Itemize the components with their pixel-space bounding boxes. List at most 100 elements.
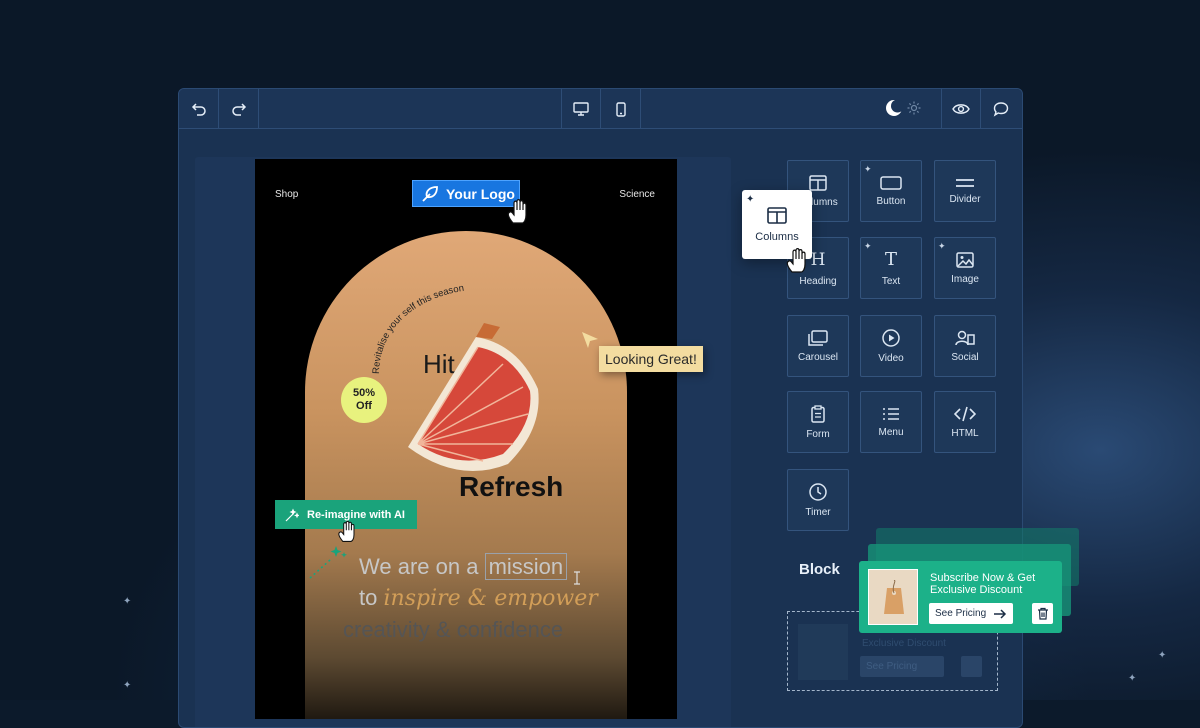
redo-button[interactable] xyxy=(219,89,259,129)
email-preview[interactable]: Shop Science Your Logo Revitalise your s… xyxy=(255,159,677,719)
undo-button[interactable] xyxy=(179,89,219,129)
star-decoration: ✦ xyxy=(1128,673,1137,684)
tile-text-label: Text xyxy=(881,276,901,287)
tile-form-label: Form xyxy=(806,428,830,440)
feather-icon xyxy=(422,185,438,202)
pointer-arrow-icon xyxy=(582,332,598,348)
redo-icon xyxy=(231,103,246,116)
arrow-right-icon xyxy=(994,608,1007,619)
tile-html[interactable]: HTML xyxy=(934,391,996,453)
mobile-view-button[interactable] xyxy=(601,89,641,129)
hand-cursor-icon xyxy=(338,520,355,542)
divider-icon xyxy=(956,178,974,187)
moon-icon xyxy=(886,99,903,116)
tile-button[interactable]: ✦ Button xyxy=(860,160,922,222)
tile-social-label: Social xyxy=(951,351,979,363)
sparkle-trail-icon xyxy=(309,546,347,579)
delete-block-button[interactable] xyxy=(1032,603,1053,624)
hand-cursor-icon xyxy=(507,199,527,224)
reimagine-label: Re-imagine with AI xyxy=(307,508,405,521)
tile-carousel-label: Carousel xyxy=(797,351,839,363)
star-decoration: ✦ xyxy=(123,680,132,691)
ai-sparkle-icon: ✦ xyxy=(938,241,946,251)
tile-html-label: HTML xyxy=(951,427,979,439)
mission-line3: creativity & confidence xyxy=(343,617,564,642)
promo-title: Subscribe Now & Get Exclusive Discount xyxy=(930,572,1036,596)
tile-menu[interactable]: Menu xyxy=(860,391,922,453)
menu-icon xyxy=(883,407,899,420)
grapefruit-image xyxy=(408,323,539,472)
ghost-trash-icon xyxy=(961,656,982,677)
discount-unit: Off xyxy=(356,400,372,412)
text-icon: T xyxy=(884,249,897,270)
desktop-icon xyxy=(573,102,589,116)
ai-sparkle-icon: ✦ xyxy=(746,194,755,205)
carousel-icon xyxy=(808,329,828,346)
nav-science-link[interactable]: Science xyxy=(619,189,655,200)
tile-button-label: Button xyxy=(876,195,906,207)
undo-icon xyxy=(191,103,206,116)
see-pricing-button[interactable]: See Pricing xyxy=(929,603,1013,624)
mobile-icon xyxy=(615,101,626,117)
tile-form[interactable]: Form xyxy=(787,391,849,453)
hand-cursor-icon xyxy=(786,248,806,273)
product-tag-image xyxy=(868,569,918,625)
heading-icon: H xyxy=(810,249,826,270)
tile-heading-label: Heading xyxy=(799,275,837,287)
tile-timer[interactable]: Timer xyxy=(787,469,849,531)
tile-carousel[interactable]: Carousel xyxy=(787,315,849,377)
mission-selected-word[interactable]: mission xyxy=(484,553,568,580)
mission-line2-a: to xyxy=(359,585,378,610)
video-icon xyxy=(882,328,900,347)
desktop-view-button[interactable] xyxy=(561,89,601,129)
eye-icon xyxy=(952,104,970,114)
trash-icon xyxy=(1037,607,1048,620)
tile-video-label: Video xyxy=(878,352,904,364)
button-icon xyxy=(880,175,902,190)
tile-text[interactable]: ✦ T Text xyxy=(860,237,922,299)
chat-bubble-icon xyxy=(993,102,1009,117)
see-pricing-label: See Pricing xyxy=(935,608,987,619)
comments-button[interactable] xyxy=(981,89,1021,129)
preview-button[interactable] xyxy=(941,89,981,129)
ghost-title: Exclusive Discount xyxy=(862,638,946,649)
tile-social[interactable]: Social xyxy=(934,315,996,377)
tile-image[interactable]: ✦ Image xyxy=(934,237,996,299)
tile-timer-label: Timer xyxy=(805,506,831,518)
image-icon xyxy=(956,251,974,268)
tile-divider-label: Divider xyxy=(949,193,981,205)
sun-icon xyxy=(907,101,921,115)
code-icon xyxy=(954,406,976,421)
mission-text[interactable]: We are on a mission to inspire & empower… xyxy=(343,551,598,645)
floating-columns-label: Columns xyxy=(755,230,799,243)
star-decoration: ✦ xyxy=(1158,650,1167,661)
text-cursor-icon xyxy=(574,571,580,585)
ai-sparkle-icon: ✦ xyxy=(864,241,872,251)
tile-menu-label: Menu xyxy=(878,426,904,438)
block-section-label: Block xyxy=(799,561,840,578)
theme-toggle[interactable] xyxy=(885,99,921,117)
discount-value: 50% xyxy=(352,387,376,399)
tile-divider[interactable]: Divider xyxy=(934,160,996,222)
nav-shop-link[interactable]: Shop xyxy=(275,189,298,200)
toolbar xyxy=(179,89,1022,129)
discount-badge: 50% Off xyxy=(341,377,387,423)
promo-block-card[interactable]: Subscribe Now & Get Exclusive Discount S… xyxy=(859,561,1062,633)
ai-sparkle-icon: ✦ xyxy=(864,164,872,174)
tile-image-label: Image xyxy=(951,273,979,285)
social-icon xyxy=(955,330,975,345)
magic-wand-icon xyxy=(285,507,299,521)
star-decoration: ✦ xyxy=(123,596,132,607)
timer-icon xyxy=(809,482,827,501)
ghost-cta: See Pricing xyxy=(860,656,944,677)
price-tag-icon xyxy=(884,580,904,614)
mission-line2-b: inspire & empower xyxy=(383,586,598,611)
columns-icon xyxy=(767,206,787,224)
hero-refresh-text: Refresh xyxy=(459,471,564,502)
ghost-product-image xyxy=(798,624,848,680)
collaborator-comment: Looking Great! xyxy=(599,346,703,372)
logo-block[interactable]: Your Logo xyxy=(412,180,520,207)
form-icon xyxy=(811,404,825,423)
tile-video[interactable]: Video xyxy=(860,315,922,377)
mission-line1-a: We are on a xyxy=(359,554,479,579)
